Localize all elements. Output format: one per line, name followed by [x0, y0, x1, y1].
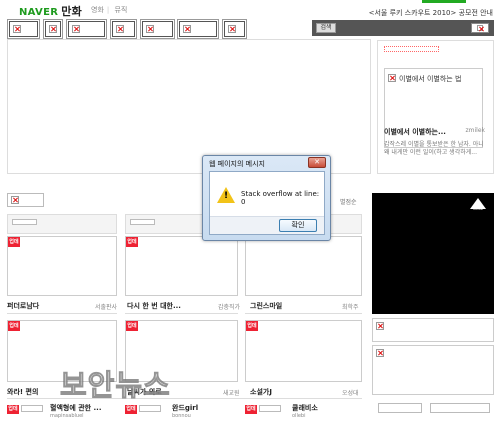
- broken-image-icon: [376, 349, 384, 357]
- broken-image-icon: [49, 25, 57, 33]
- broken-image-icon: [388, 74, 396, 82]
- comic-title[interactable]: 그린스마일: [250, 301, 282, 311]
- thumb-box[interactable]: [21, 405, 43, 412]
- nav-movie[interactable]: 영화: [91, 6, 104, 14]
- comic-author: 최학주: [342, 304, 359, 311]
- adobe-logo-icon: Adobe: [470, 198, 486, 212]
- comic-card[interactable]: 업데: [245, 320, 362, 382]
- nav-music[interactable]: 뮤직: [114, 6, 127, 14]
- top-accent-bar: [422, 0, 466, 3]
- update-badge: 업데: [126, 321, 138, 331]
- update-badge: 업데: [245, 405, 257, 414]
- comic-section-title[interactable]: 만화: [61, 5, 82, 18]
- sort-label[interactable]: 별점순: [340, 197, 357, 206]
- comic-author: mapinsabluel: [50, 413, 84, 419]
- comic-title[interactable]: 와라! 편의: [7, 387, 38, 397]
- thumb-box[interactable]: [139, 405, 161, 412]
- comic-author: 오성대: [342, 390, 359, 397]
- broken-image-icon: [72, 25, 80, 33]
- comic-title[interactable]: 쿨래비소: [292, 403, 318, 413]
- comic-author: bonnou: [172, 413, 191, 419]
- tab-image-3[interactable]: [66, 19, 107, 39]
- sidebar-feature: 이별에서 이별하는 법 이별에서 이별하는... zmilek 갑작스레 이별을…: [377, 40, 494, 174]
- update-badge: 업데: [246, 321, 258, 331]
- comic-title[interactable]: 소설가J: [250, 387, 272, 397]
- comic-title[interactable]: 혈액형에 관한 ...: [50, 403, 102, 413]
- site-header: NAVER 만화 영화 | 뮤직 <서울 루키 스카우트 2010> 공모전 안내: [0, 0, 500, 20]
- broken-image-icon: [11, 196, 19, 204]
- filter-box[interactable]: [12, 219, 37, 225]
- right-ad-box[interactable]: [372, 345, 494, 395]
- right-ad-box[interactable]: [372, 318, 494, 342]
- search-bar: 검색: [312, 20, 494, 36]
- dialog-button-row: 확인: [210, 216, 324, 234]
- sidebar-top-image: [384, 46, 439, 52]
- tab-image-2[interactable]: [43, 19, 63, 39]
- filter-row-1: [7, 214, 117, 234]
- tab-image-4[interactable]: [110, 19, 137, 39]
- thumb-box[interactable]: [259, 405, 281, 412]
- promo-link[interactable]: <서울 루키 스카우트 2010> 공모전 안내: [369, 8, 493, 18]
- update-badge: 업데: [7, 405, 19, 414]
- broken-image-icon: [13, 25, 21, 33]
- adobe-logo-text: Adobe: [473, 207, 483, 211]
- close-button[interactable]: ✕: [308, 157, 326, 168]
- watermark: 보안뉴스: [60, 368, 171, 403]
- dialog-message: Stack overflow at line: 0: [241, 190, 320, 206]
- comic-author: 갑충직가: [218, 304, 241, 311]
- tab-image-5[interactable]: [140, 19, 175, 39]
- comic-author: ollebi: [292, 413, 306, 419]
- tab-image-7[interactable]: [222, 19, 247, 39]
- comic-card[interactable]: [245, 236, 362, 296]
- divider: [245, 313, 362, 314]
- comic-author: 서출판사: [95, 304, 118, 311]
- dialog-body: ! Stack overflow at line: 0 확인: [209, 171, 325, 235]
- comic-title[interactable]: 퍼더로남다: [7, 301, 39, 311]
- filter-box[interactable]: [130, 219, 155, 225]
- comic-author: 새교원: [223, 390, 240, 397]
- update-badge: 업데: [8, 237, 20, 247]
- sidebar-author: zmilek: [465, 127, 486, 134]
- update-badge: 업데: [126, 237, 138, 247]
- broken-image-icon: [183, 25, 191, 33]
- warning-icon-mark: !: [224, 191, 229, 201]
- comic-card[interactable]: 업데: [125, 236, 238, 296]
- update-badge: 업데: [8, 321, 20, 331]
- sidebar-ad-text: 이별에서 이별하는 법: [399, 75, 462, 83]
- global-nav: 영화 | 뮤직: [91, 6, 128, 14]
- update-badge: 업데: [125, 405, 137, 414]
- broken-image-icon: [116, 25, 124, 33]
- right-bottom-box[interactable]: [430, 403, 490, 413]
- divider: [7, 313, 117, 314]
- broken-image-icon: [146, 25, 154, 33]
- sidebar-title[interactable]: 이별에서 이별하는...: [384, 127, 446, 137]
- comic-card[interactable]: 업데: [7, 236, 117, 296]
- comic-title[interactable]: 다시 한 번 대한...: [127, 301, 181, 311]
- divider: [125, 313, 238, 314]
- right-bottom-box[interactable]: [378, 403, 422, 413]
- flag-button[interactable]: [471, 23, 489, 33]
- broken-image-icon: [477, 25, 483, 31]
- main-feature-area: [7, 39, 371, 174]
- search-label[interactable]: 검색: [316, 23, 336, 33]
- broken-image-icon: [376, 322, 384, 330]
- comic-title[interactable]: 완드girl: [172, 403, 198, 413]
- alert-dialog: 웹 페이지의 메시지 ✕ ! Stack overflow at line: 0…: [202, 155, 331, 241]
- tab-image-6[interactable]: [177, 19, 219, 39]
- broken-image-icon: [228, 25, 236, 33]
- flash-ad-panel[interactable]: Adobe: [372, 193, 494, 314]
- sidebar-description: 갑작스레 이별을 통보받은 한 남자. 아니 왜 내게만 이런 일이(하고 생각…: [384, 141, 484, 156]
- naver-logo[interactable]: NAVER 만화: [19, 3, 82, 19]
- ok-button[interactable]: 확인: [279, 219, 317, 232]
- section-header-image: [7, 193, 44, 207]
- tab-image-1[interactable]: [7, 19, 40, 39]
- dialog-title: 웹 페이지의 메시지: [209, 160, 265, 168]
